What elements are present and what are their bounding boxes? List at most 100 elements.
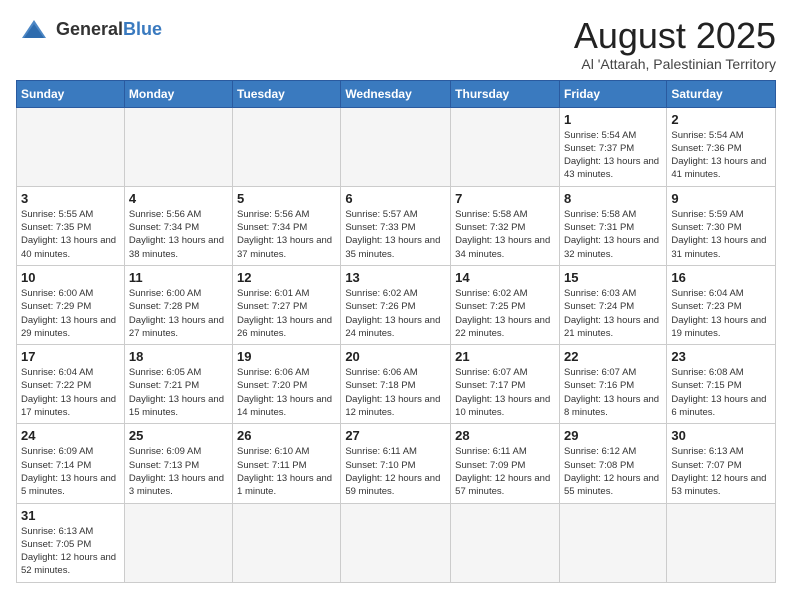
calendar-cell: 10Sunrise: 6:00 AM Sunset: 7:29 PM Dayli…: [17, 265, 125, 344]
calendar-cell: 5 Sunrise: 5:56 AM Sunset: 7:34 PM Daylig…: [233, 186, 341, 265]
calendar-cell: [559, 503, 666, 582]
day-number: 18: [129, 349, 228, 364]
calendar-cell: [451, 503, 560, 582]
calendar-cell: [233, 107, 341, 186]
day-info: Sunrise: 5:54 AM Sunset: 7:36 PM Dayligh…: [671, 129, 771, 182]
day-number: 28: [455, 428, 555, 443]
day-number: 27: [345, 428, 446, 443]
day-info: Sunrise: 6:00 AM Sunset: 7:28 PM Dayligh…: [129, 287, 228, 340]
calendar-cell: 19 Sunrise: 6:06 AM Sunset: 7:20 PM Dayli…: [233, 345, 341, 424]
day-number: 14: [455, 270, 555, 285]
calendar-cell: 7Sunrise: 5:58 AM Sunset: 7:32 PM Daylig…: [451, 186, 560, 265]
calendar-cell: [667, 503, 776, 582]
day-info: Sunrise: 5:58 AM Sunset: 7:32 PM Dayligh…: [455, 208, 555, 261]
calendar-cell: 3 Sunrise: 5:55 AM Sunset: 7:35 PM Daylig…: [17, 186, 125, 265]
day-info: Sunrise: 6:09 AM Sunset: 7:14 PM Dayligh…: [21, 445, 120, 498]
logo-text: GeneralBlue: [56, 20, 162, 40]
day-number: 26: [237, 428, 336, 443]
day-number: 22: [564, 349, 662, 364]
day-info: Sunrise: 6:07 AM Sunset: 7:17 PM Dayligh…: [455, 366, 555, 419]
calendar-cell: 11 Sunrise: 6:00 AM Sunset: 7:28 PM Dayli…: [124, 265, 232, 344]
calendar-cell: [341, 107, 451, 186]
weekday-header: Friday: [559, 80, 666, 107]
day-info: Sunrise: 5:54 AM Sunset: 7:37 PM Dayligh…: [564, 129, 662, 182]
calendar-cell: [341, 503, 451, 582]
day-number: 24: [21, 428, 120, 443]
day-number: 1: [564, 112, 662, 127]
day-info: Sunrise: 5:56 AM Sunset: 7:34 PM Dayligh…: [129, 208, 228, 261]
day-number: 3: [21, 191, 120, 206]
calendar-table: SundayMondayTuesdayWednesdayThursdayFrid…: [16, 80, 776, 583]
day-info: Sunrise: 5:56 AM Sunset: 7:34 PM Dayligh…: [237, 208, 336, 261]
calendar-week-row: 17 Sunrise: 6:04 AM Sunset: 7:22 PM Dayli…: [17, 345, 776, 424]
day-number: 29: [564, 428, 662, 443]
calendar-cell: 31Sunrise: 6:13 AM Sunset: 7:05 PM Dayli…: [17, 503, 125, 582]
day-info: Sunrise: 6:10 AM Sunset: 7:11 PM Dayligh…: [237, 445, 336, 498]
day-info: Sunrise: 6:13 AM Sunset: 7:07 PM Dayligh…: [671, 445, 771, 498]
weekday-header: Wednesday: [341, 80, 451, 107]
day-info: Sunrise: 6:06 AM Sunset: 7:20 PM Dayligh…: [237, 366, 336, 419]
calendar-cell: 24 Sunrise: 6:09 AM Sunset: 7:14 PM Dayli…: [17, 424, 125, 503]
day-number: 23: [671, 349, 771, 364]
weekday-header-row: SundayMondayTuesdayWednesdayThursdayFrid…: [17, 80, 776, 107]
day-number: 31: [21, 508, 120, 523]
day-number: 19: [237, 349, 336, 364]
calendar-cell: 25Sunrise: 6:09 AM Sunset: 7:13 PM Dayli…: [124, 424, 232, 503]
weekday-header: Saturday: [667, 80, 776, 107]
calendar-cell: 23 Sunrise: 6:08 AM Sunset: 7:15 PM Dayli…: [667, 345, 776, 424]
day-number: 5: [237, 191, 336, 206]
day-info: Sunrise: 6:11 AM Sunset: 7:09 PM Dayligh…: [455, 445, 555, 498]
calendar-cell: [17, 107, 125, 186]
calendar-cell: 9Sunrise: 5:59 AM Sunset: 7:30 PM Daylig…: [667, 186, 776, 265]
day-number: 12: [237, 270, 336, 285]
calendar-cell: 12 Sunrise: 6:01 AM Sunset: 7:27 PM Dayli…: [233, 265, 341, 344]
day-info: Sunrise: 6:04 AM Sunset: 7:22 PM Dayligh…: [21, 366, 120, 419]
calendar-title: August 2025: [574, 16, 776, 56]
calendar-cell: 27 Sunrise: 6:11 AM Sunset: 7:10 PM Dayli…: [341, 424, 451, 503]
calendar-cell: 16 Sunrise: 6:04 AM Sunset: 7:23 PM Dayli…: [667, 265, 776, 344]
day-info: Sunrise: 6:00 AM Sunset: 7:29 PM Dayligh…: [21, 287, 120, 340]
day-info: Sunrise: 6:01 AM Sunset: 7:27 PM Dayligh…: [237, 287, 336, 340]
day-info: Sunrise: 5:55 AM Sunset: 7:35 PM Dayligh…: [21, 208, 120, 261]
day-number: 13: [345, 270, 446, 285]
calendar-cell: [124, 503, 232, 582]
calendar-cell: [124, 107, 232, 186]
weekday-header: Monday: [124, 80, 232, 107]
calendar-cell: 17 Sunrise: 6:04 AM Sunset: 7:22 PM Dayli…: [17, 345, 125, 424]
day-number: 8: [564, 191, 662, 206]
day-number: 15: [564, 270, 662, 285]
calendar-cell: 29Sunrise: 6:12 AM Sunset: 7:08 PM Dayli…: [559, 424, 666, 503]
day-info: Sunrise: 5:58 AM Sunset: 7:31 PM Dayligh…: [564, 208, 662, 261]
day-number: 17: [21, 349, 120, 364]
calendar-cell: [451, 107, 560, 186]
day-number: 16: [671, 270, 771, 285]
day-info: Sunrise: 5:57 AM Sunset: 7:33 PM Dayligh…: [345, 208, 446, 261]
calendar-week-row: 24 Sunrise: 6:09 AM Sunset: 7:14 PM Dayli…: [17, 424, 776, 503]
day-info: Sunrise: 6:02 AM Sunset: 7:25 PM Dayligh…: [455, 287, 555, 340]
day-number: 11: [129, 270, 228, 285]
day-number: 20: [345, 349, 446, 364]
day-number: 25: [129, 428, 228, 443]
day-info: Sunrise: 6:11 AM Sunset: 7:10 PM Dayligh…: [345, 445, 446, 498]
calendar-week-row: 31Sunrise: 6:13 AM Sunset: 7:05 PM Dayli…: [17, 503, 776, 582]
calendar-cell: 22 Sunrise: 6:07 AM Sunset: 7:16 PM Dayli…: [559, 345, 666, 424]
calendar-cell: 15Sunrise: 6:03 AM Sunset: 7:24 PM Dayli…: [559, 265, 666, 344]
day-info: Sunrise: 6:08 AM Sunset: 7:15 PM Dayligh…: [671, 366, 771, 419]
calendar-cell: 4Sunrise: 5:56 AM Sunset: 7:34 PM Daylig…: [124, 186, 232, 265]
calendar-cell: 28 Sunrise: 6:11 AM Sunset: 7:09 PM Dayli…: [451, 424, 560, 503]
weekday-header: Tuesday: [233, 80, 341, 107]
calendar-cell: 14 Sunrise: 6:02 AM Sunset: 7:25 PM Dayli…: [451, 265, 560, 344]
calendar-cell: 21 Sunrise: 6:07 AM Sunset: 7:17 PM Dayli…: [451, 345, 560, 424]
page-header: GeneralBlue August 2025 Al 'Attarah, Pal…: [16, 16, 776, 72]
day-number: 2: [671, 112, 771, 127]
calendar-cell: 2 Sunrise: 5:54 AM Sunset: 7:36 PM Daylig…: [667, 107, 776, 186]
calendar-cell: 20Sunrise: 6:06 AM Sunset: 7:18 PM Dayli…: [341, 345, 451, 424]
logo-icon: [16, 16, 52, 44]
day-number: 21: [455, 349, 555, 364]
day-info: Sunrise: 6:07 AM Sunset: 7:16 PM Dayligh…: [564, 366, 662, 419]
calendar-cell: 13Sunrise: 6:02 AM Sunset: 7:26 PM Dayli…: [341, 265, 451, 344]
calendar-cell: [233, 503, 341, 582]
calendar-cell: 1 Sunrise: 5:54 AM Sunset: 7:37 PM Daylig…: [559, 107, 666, 186]
day-info: Sunrise: 6:04 AM Sunset: 7:23 PM Dayligh…: [671, 287, 771, 340]
calendar-cell: 18Sunrise: 6:05 AM Sunset: 7:21 PM Dayli…: [124, 345, 232, 424]
